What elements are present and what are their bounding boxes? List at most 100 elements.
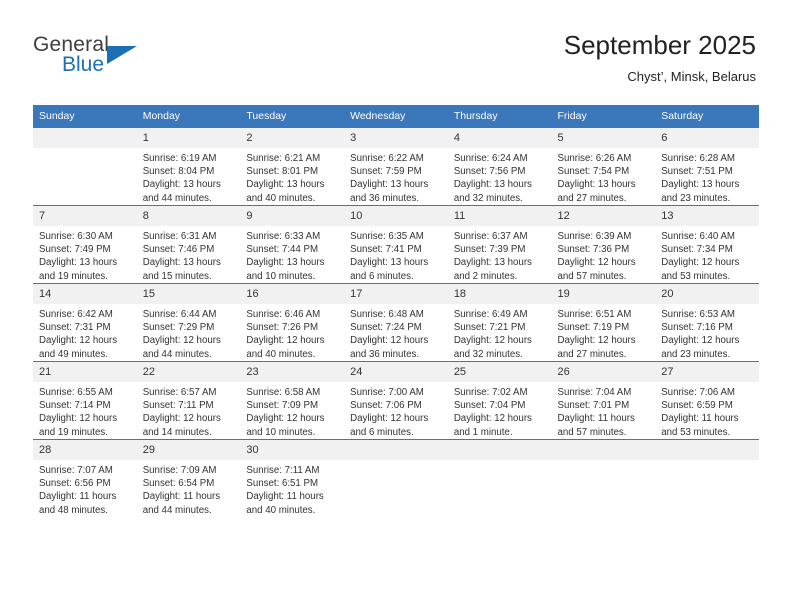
day-number: 19 (551, 284, 656, 304)
calendar-day-cell[interactable]: 5 Sunrise: 6:26 AM Sunset: 7:54 PM Daylight… (551, 127, 656, 206)
daylight-text: Daylight: 13 hours and 36 minutes. (350, 179, 429, 204)
sunset-text: Sunset: 7:51 PM (661, 166, 733, 178)
calendar-day-cell[interactable]: 2 Sunrise: 6:21 AM Sunset: 8:01 PM Daylight… (240, 127, 345, 206)
daylight-text: Daylight: 13 hours and 10 minutes. (246, 257, 325, 282)
calendar-day-cell[interactable] (33, 127, 137, 206)
day-details: Sunrise: 6:19 AM Sunset: 8:04 PM Daylight:… (137, 148, 241, 205)
general-blue-logo[interactable]: General Blue (33, 33, 153, 79)
sunrise-text: Sunrise: 6:21 AM (246, 153, 321, 164)
calendar-day-cell[interactable]: 27 Sunrise: 7:06 AM Sunset: 6:59 PM Dayligh… (655, 361, 759, 440)
calendar-day-cell[interactable] (551, 439, 656, 517)
calendar-day-cell[interactable]: 25 Sunrise: 7:02 AM Sunset: 7:04 PM Dayligh… (447, 361, 552, 440)
calendar-day-cell[interactable]: 24 Sunrise: 7:00 AM Sunset: 7:06 PM Dayligh… (344, 361, 448, 440)
day-number: 30 (240, 440, 345, 460)
calendar-day-cell[interactable] (655, 439, 759, 517)
calendar-day-cell[interactable]: 26 Sunrise: 7:04 AM Sunset: 7:01 PM Dayligh… (551, 361, 656, 440)
day-number: 1 (136, 128, 241, 148)
sunrise-text: Sunrise: 6:40 AM (661, 231, 735, 242)
calendar-day-cell[interactable]: 13 Sunrise: 6:40 AM Sunset: 7:34 PM Dayligh… (655, 205, 759, 284)
calendar-day-cell[interactable]: 8 Sunrise: 6:31 AM Sunset: 7:46 PM Daylight… (136, 205, 241, 284)
day-number: 29 (136, 440, 241, 460)
day-details: Sunrise: 6:58 AM Sunset: 7:09 PM Daylight:… (240, 382, 344, 439)
day-details: Sunrise: 6:28 AM Sunset: 7:51 PM Daylight:… (655, 148, 759, 205)
day-details: Sunrise: 6:37 AM Sunset: 7:39 PM Daylight:… (448, 226, 552, 283)
daylight-text: Daylight: 12 hours and 6 minutes. (350, 413, 429, 438)
calendar-day-cell[interactable]: 7 Sunrise: 6:30 AM Sunset: 7:49 PM Daylight… (33, 205, 137, 284)
day-number: 20 (655, 284, 759, 304)
calendar-day-cell[interactable]: 3 Sunrise: 6:22 AM Sunset: 7:59 PM Daylight… (344, 127, 448, 206)
daylight-text: Daylight: 13 hours and 40 minutes. (246, 179, 325, 204)
day-details: Sunrise: 6:48 AM Sunset: 7:24 PM Daylight:… (344, 304, 448, 361)
daylight-text: Daylight: 12 hours and 10 minutes. (246, 413, 325, 438)
day-details: Sunrise: 7:06 AM Sunset: 6:59 PM Daylight:… (655, 382, 759, 439)
day-number: 22 (136, 362, 241, 382)
calendar-day-cell[interactable] (344, 439, 448, 517)
sunrise-text: Sunrise: 7:09 AM (142, 465, 217, 476)
sunset-text: Sunset: 7:04 PM (453, 400, 526, 412)
day-details: Sunrise: 6:39 AM Sunset: 7:36 PM Daylight:… (552, 226, 656, 283)
day-number: 6 (655, 128, 759, 148)
calendar-day-cell[interactable]: 28 Sunrise: 7:07 AM Sunset: 6:56 PM Dayligh… (33, 439, 137, 517)
calendar-day-cell[interactable]: 14 Sunrise: 6:42 AM Sunset: 7:31 PM Dayligh… (33, 283, 137, 362)
calendar-day-cell[interactable]: 11 Sunrise: 6:37 AM Sunset: 7:39 PM Dayligh… (447, 205, 552, 284)
calendar-day-cell[interactable]: 10 Sunrise: 6:35 AM Sunset: 7:41 PM Dayligh… (344, 205, 448, 284)
sunrise-text: Sunrise: 6:39 AM (557, 231, 632, 242)
sunrise-text: Sunrise: 6:57 AM (142, 387, 217, 398)
day-number: 26 (551, 362, 656, 382)
calendar-day-cell[interactable]: 6 Sunrise: 6:28 AM Sunset: 7:51 PM Daylight… (655, 127, 759, 206)
calendar-week-row: 14 Sunrise: 6:42 AM Sunset: 7:31 PM Dayligh… (33, 283, 759, 362)
weekday-header-wednesday: Wednesday (344, 105, 448, 128)
sunrise-text: Sunrise: 6:53 AM (661, 309, 735, 320)
calendar-day-cell[interactable]: 17 Sunrise: 6:48 AM Sunset: 7:24 PM Dayligh… (344, 283, 448, 362)
day-details: Sunrise: 6:53 AM Sunset: 7:16 PM Daylight:… (655, 304, 759, 361)
calendar-day-cell[interactable]: 1 Sunrise: 6:19 AM Sunset: 8:04 PM Daylight… (136, 127, 241, 206)
calendar-day-cell[interactable]: 21 Sunrise: 6:55 AM Sunset: 7:14 PM Dayligh… (33, 361, 137, 440)
sunset-text: Sunset: 7:01 PM (557, 400, 630, 412)
calendar-day-cell[interactable]: 15 Sunrise: 6:44 AM Sunset: 7:29 PM Dayligh… (136, 283, 241, 362)
daylight-text: Daylight: 13 hours and 32 minutes. (453, 179, 532, 204)
sunset-text: Sunset: 7:19 PM (557, 322, 630, 334)
calendar-day-cell[interactable]: 4 Sunrise: 6:24 AM Sunset: 7:56 PM Daylight… (447, 127, 552, 206)
sunset-text: Sunset: 7:21 PM (453, 322, 526, 334)
calendar-day-cell[interactable]: 12 Sunrise: 6:39 AM Sunset: 7:36 PM Dayligh… (551, 205, 656, 284)
sunrise-text: Sunrise: 7:00 AM (350, 387, 424, 398)
weekday-header-thursday: Thursday (447, 105, 552, 128)
sunrise-text: Sunrise: 6:46 AM (246, 309, 321, 320)
day-number: 9 (240, 206, 345, 226)
sunset-text: Sunset: 7:09 PM (246, 400, 319, 412)
daylight-text: Daylight: 12 hours and 19 minutes. (39, 413, 118, 438)
calendar-day-cell[interactable]: 19 Sunrise: 6:51 AM Sunset: 7:19 PM Dayligh… (551, 283, 656, 362)
sunset-text: Sunset: 6:51 PM (246, 478, 319, 490)
calendar-day-cell[interactable]: 18 Sunrise: 6:49 AM Sunset: 7:21 PM Dayligh… (447, 283, 552, 362)
calendar-day-cell[interactable]: 22 Sunrise: 6:57 AM Sunset: 7:11 PM Dayligh… (136, 361, 241, 440)
sunset-text: Sunset: 6:59 PM (661, 400, 733, 412)
day-number: 7 (33, 206, 137, 226)
daylight-text: Daylight: 13 hours and 2 minutes. (453, 257, 532, 282)
title-block: September 2025 Chyst’, Minsk, Belarus (564, 30, 756, 85)
day-details: Sunrise: 6:24 AM Sunset: 7:56 PM Daylight:… (448, 148, 552, 205)
daylight-text: Daylight: 12 hours and 27 minutes. (557, 335, 636, 360)
sunset-text: Sunset: 7:56 PM (453, 166, 526, 178)
sunrise-text: Sunrise: 6:30 AM (39, 231, 113, 242)
calendar-day-cell[interactable] (447, 439, 552, 517)
calendar-day-cell[interactable]: 20 Sunrise: 6:53 AM Sunset: 7:16 PM Dayligh… (655, 283, 759, 362)
calendar-day-cell[interactable]: 30 Sunrise: 7:11 AM Sunset: 6:51 PM Dayligh… (240, 439, 345, 517)
day-details: Sunrise: 6:21 AM Sunset: 8:01 PM Daylight:… (240, 148, 344, 205)
calendar-day-cell[interactable]: 29 Sunrise: 7:09 AM Sunset: 6:54 PM Dayligh… (136, 439, 241, 517)
day-number (33, 128, 137, 148)
day-number: 16 (240, 284, 345, 304)
calendar-day-cell[interactable]: 9 Sunrise: 6:33 AM Sunset: 7:44 PM Daylight… (240, 205, 345, 284)
day-details: Sunrise: 7:09 AM Sunset: 6:54 PM Daylight:… (137, 460, 241, 517)
day-number: 13 (655, 206, 759, 226)
day-number: 27 (655, 362, 759, 382)
day-details: Sunrise: 6:57 AM Sunset: 7:11 PM Daylight:… (137, 382, 241, 439)
day-number: 23 (240, 362, 345, 382)
day-details: Sunrise: 6:44 AM Sunset: 7:29 PM Daylight:… (137, 304, 241, 361)
daylight-text: Daylight: 13 hours and 6 minutes. (350, 257, 429, 282)
day-number: 3 (344, 128, 448, 148)
calendar-day-cell[interactable]: 23 Sunrise: 6:58 AM Sunset: 7:09 PM Dayligh… (240, 361, 345, 440)
day-details: Sunrise: 6:55 AM Sunset: 7:14 PM Daylight:… (33, 382, 137, 439)
sunset-text: Sunset: 8:01 PM (246, 166, 319, 178)
day-details: Sunrise: 7:02 AM Sunset: 7:04 PM Daylight:… (448, 382, 552, 439)
calendar-day-cell[interactable]: 16 Sunrise: 6:46 AM Sunset: 7:26 PM Dayligh… (240, 283, 345, 362)
